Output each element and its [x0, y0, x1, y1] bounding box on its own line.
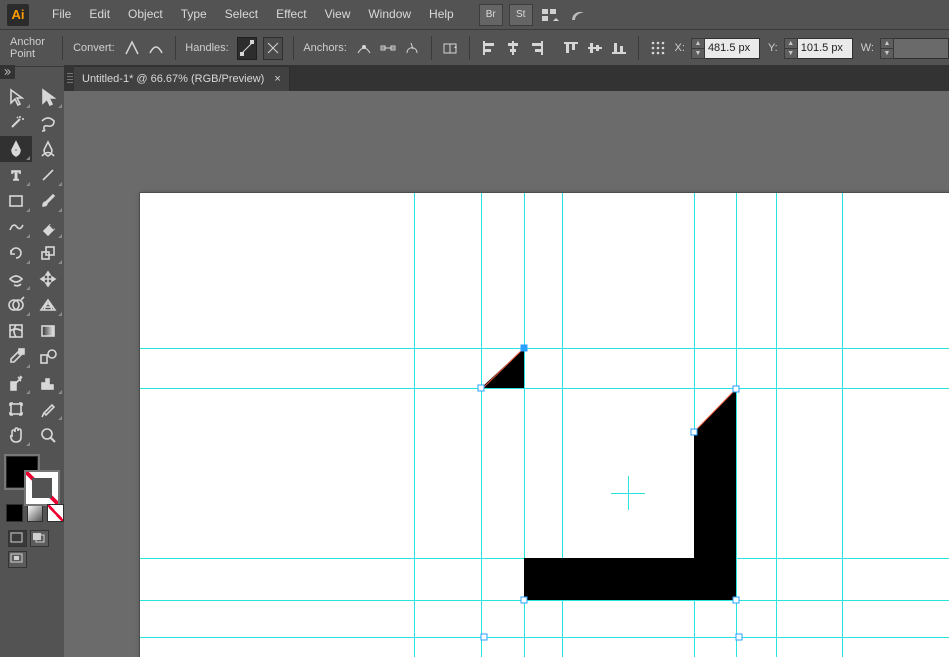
pen-tool-icon[interactable] [0, 136, 32, 162]
shape-builder-tool-icon[interactable] [0, 292, 32, 318]
x-stepper[interactable]: ▲▼ [691, 38, 705, 59]
y-value[interactable]: 101.5 px [798, 38, 853, 59]
slice-tool-icon[interactable] [32, 396, 64, 422]
align-top-icon[interactable] [562, 38, 580, 59]
gradient-mode-icon[interactable] [27, 504, 44, 522]
isolate-icon[interactable] [441, 38, 459, 59]
free-transform-tool-icon[interactable] [32, 266, 64, 292]
rectangle-tool-icon[interactable] [0, 188, 32, 214]
svg-text:T: T [12, 169, 21, 184]
align-left-icon[interactable] [480, 38, 498, 59]
stroke-swatch[interactable] [24, 470, 60, 506]
app-logo: Ai [7, 4, 29, 26]
anchor-cut-icon[interactable] [403, 38, 421, 59]
y-stepper[interactable]: ▲▼ [784, 38, 798, 59]
anchors-label: Anchors: [303, 42, 346, 54]
artboard[interactable] [139, 192, 949, 657]
convert-smooth-icon[interactable] [147, 38, 165, 59]
menu-select[interactable]: Select [216, 0, 267, 29]
convert-corner-icon[interactable] [123, 38, 141, 59]
w-label: W: [861, 42, 874, 54]
handles-hide-icon[interactable] [263, 37, 283, 60]
mesh-tool-icon[interactable] [0, 318, 32, 344]
artboard-tool-icon[interactable] [0, 396, 32, 422]
canvas-area[interactable] [64, 91, 949, 657]
draw-behind-icon[interactable] [30, 530, 49, 547]
convert-label: Convert: [73, 42, 115, 54]
menu-type[interactable]: Type [172, 0, 216, 29]
menu-bar: Ai File Edit Object Type Select Effect V… [0, 0, 949, 29]
hand-tool-icon[interactable] [0, 422, 32, 448]
draw-normal-icon[interactable] [8, 530, 27, 547]
paintbrush-tool-icon[interactable] [32, 188, 64, 214]
fill-stroke-swatch[interactable] [4, 454, 60, 500]
handles-show-icon[interactable] [237, 37, 257, 60]
menu-effect[interactable]: Effect [267, 0, 315, 29]
none-mode-icon[interactable] [47, 504, 64, 522]
menu-file[interactable]: File [43, 0, 80, 29]
arrange-docs-icon[interactable] [539, 5, 561, 25]
mode-label: Anchor Point [10, 36, 50, 60]
w-value [894, 38, 949, 59]
menu-edit[interactable]: Edit [80, 0, 119, 29]
column-graph-tool-icon[interactable] [32, 370, 64, 396]
align-hcenter-icon[interactable] [504, 38, 522, 59]
collapse-tools-icon[interactable] [0, 65, 15, 79]
eraser-tool-icon[interactable] [32, 214, 64, 240]
anchor-remove-icon[interactable] [355, 38, 373, 59]
reference-point-icon[interactable] [649, 38, 667, 59]
type-tool-icon[interactable]: T [0, 162, 32, 188]
align-bottom-icon[interactable] [610, 38, 628, 59]
path-shape[interactable] [140, 193, 949, 657]
direct-selection-tool-icon[interactable] [32, 84, 64, 110]
symbol-sprayer-tool-icon[interactable] [0, 370, 32, 396]
stock-icon[interactable]: St [509, 4, 533, 26]
screen-mode-icon[interactable] [8, 551, 27, 568]
gpu-preview-icon[interactable] [567, 5, 589, 25]
tools-panel: T [0, 80, 65, 576]
curvature-tool-icon[interactable] [32, 136, 64, 162]
handles-label: Handles: [185, 42, 228, 54]
align-right-icon[interactable] [528, 38, 546, 59]
y-label: Y: [768, 42, 778, 54]
perspective-grid-tool-icon[interactable] [32, 292, 64, 318]
menu-help[interactable]: Help [420, 0, 463, 29]
x-label: X: [675, 42, 685, 54]
document-title: Untitled-1* @ 66.67% (RGB/Preview) [82, 73, 264, 85]
control-bar: Anchor Point Convert: Handles: Anchors: … [0, 29, 949, 67]
document-tab[interactable]: Untitled-1* @ 66.67% (RGB/Preview) × [74, 66, 290, 91]
width-tool-icon[interactable] [0, 266, 32, 292]
x-field[interactable]: ▲▼ 481.5 px [691, 38, 760, 59]
align-vcenter-icon[interactable] [586, 38, 604, 59]
color-mode-icon[interactable] [6, 504, 23, 522]
menu-object[interactable]: Object [119, 0, 172, 29]
menu-view[interactable]: View [316, 0, 360, 29]
lasso-tool-icon[interactable] [32, 110, 64, 136]
selection-tool-icon[interactable] [0, 84, 32, 110]
rotate-tool-icon[interactable] [0, 240, 32, 266]
w-stepper[interactable]: ▲▼ [880, 38, 894, 59]
y-field[interactable]: ▲▼ 101.5 px [784, 38, 853, 59]
line-segment-tool-icon[interactable] [32, 162, 64, 188]
scale-tool-icon[interactable] [32, 240, 64, 266]
gradient-tool-icon[interactable] [32, 318, 64, 344]
eyedropper-tool-icon[interactable] [0, 344, 32, 370]
w-field[interactable]: ▲▼ [880, 38, 949, 59]
zoom-tool-icon[interactable] [32, 422, 64, 448]
x-value[interactable]: 481.5 px [705, 38, 760, 59]
anchor-connect-icon[interactable] [379, 38, 397, 59]
magic-wand-tool-icon[interactable] [0, 110, 32, 136]
menu-window[interactable]: Window [359, 0, 420, 29]
shaper-tool-icon[interactable] [0, 214, 32, 240]
blend-tool-icon[interactable] [32, 344, 64, 370]
close-tab-icon[interactable]: × [274, 73, 280, 85]
bridge-icon[interactable]: Br [479, 4, 503, 26]
